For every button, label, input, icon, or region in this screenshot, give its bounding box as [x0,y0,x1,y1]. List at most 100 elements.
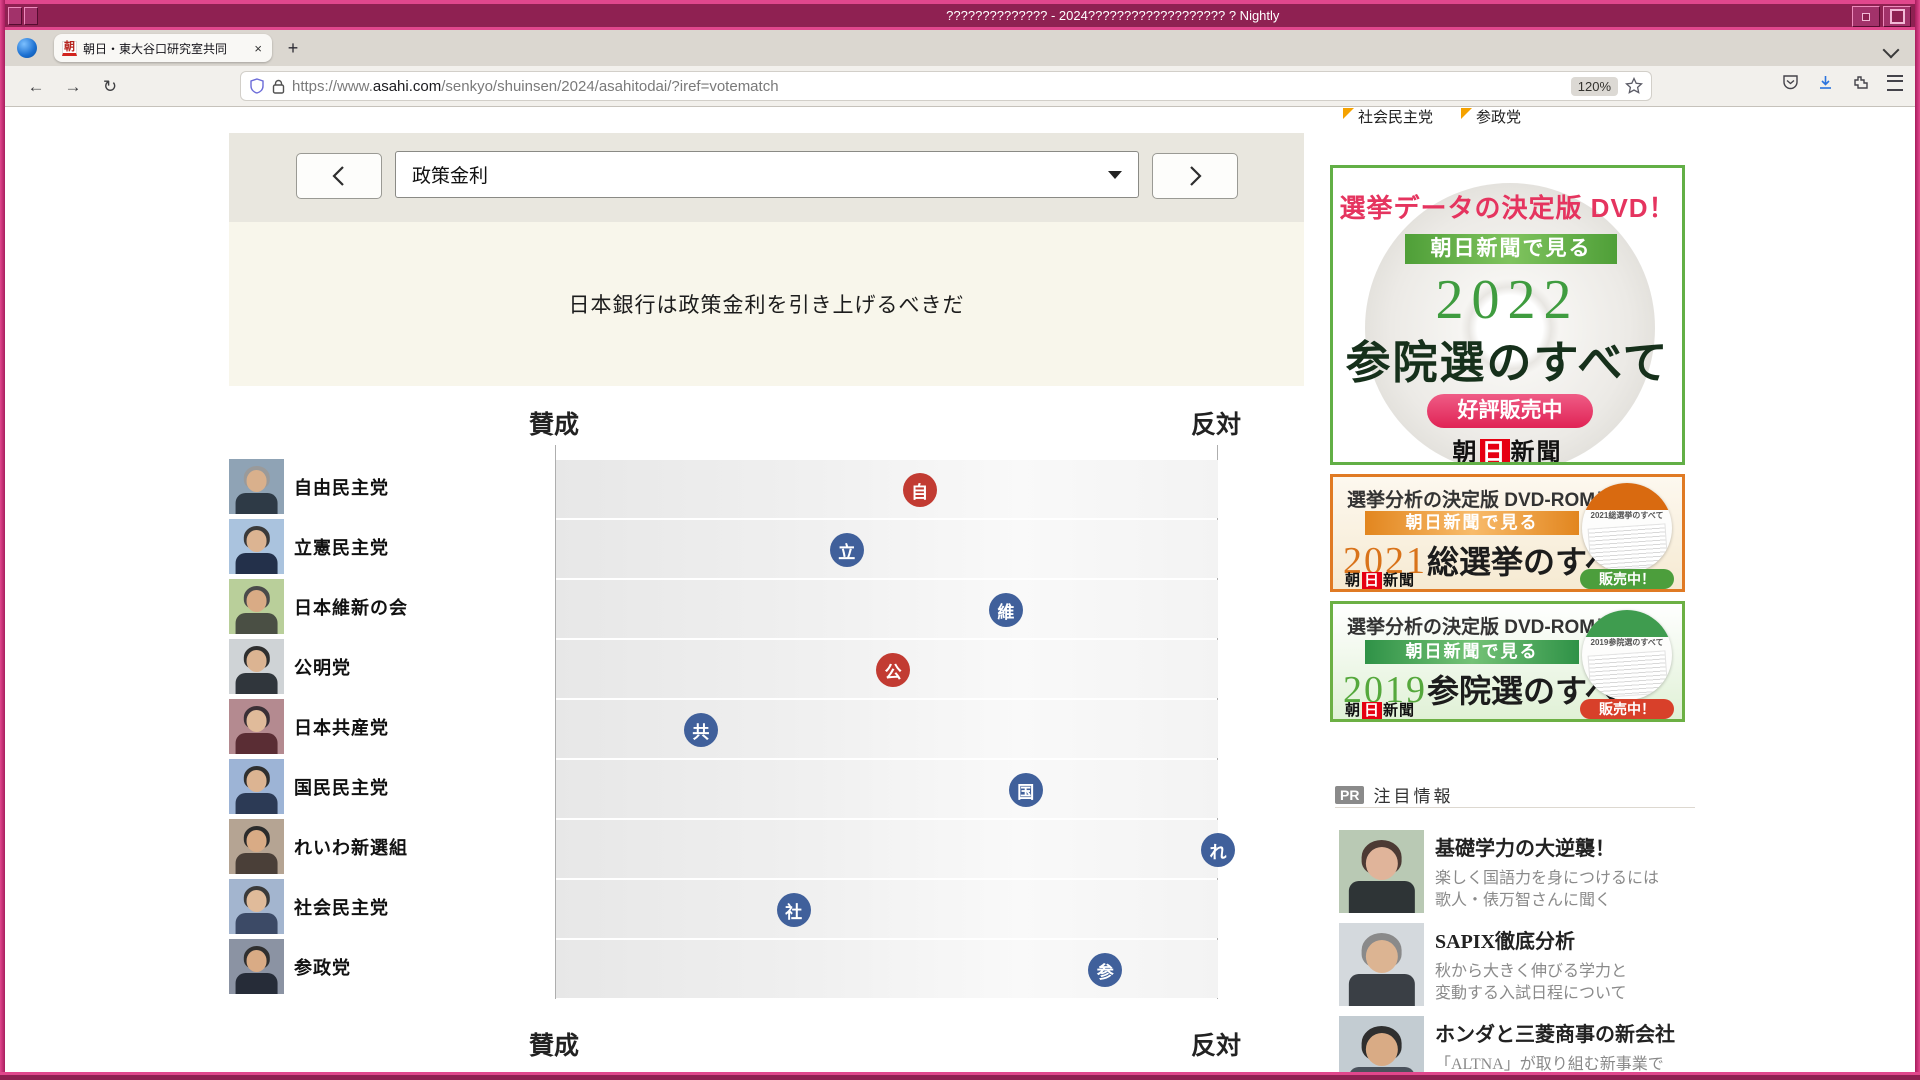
bookmark-star-icon[interactable] [1625,77,1643,95]
window-frame-bottom [0,1072,1920,1080]
party-row: 公明党 [229,639,351,694]
ad-title: 参院選のすべて [1345,338,1670,388]
pr-item[interactable]: SAPIX徹底分析 秋から大きく伸びる学力と 変動する入試日程について [1339,923,1695,1006]
list-all-tabs-icon[interactable] [1882,41,1900,59]
pr-item[interactable]: 基礎学力の大逆襲！ 楽しく国語力を身につけるには 歌人・俵万智さんに聞く [1339,830,1695,913]
pr-item-thumbnail[interactable] [1339,830,1424,913]
next-question-button[interactable] [1152,153,1238,199]
ad-kicker: 選挙分析の決定版 DVD-ROM！ [1347,490,1615,511]
axis-agree-bottom: 賛成 [529,1032,580,1060]
ad-banner: 朝日新聞で見る [1365,640,1579,664]
party-marker: れ [1201,833,1235,867]
pr-section-header: PR 注目情報 [1335,782,1453,807]
party-name: 公明党 [294,657,351,678]
maximize-icon [1889,9,1905,24]
lock-icon[interactable] [272,79,285,94]
question-select-value: 政策金利 [412,166,489,187]
window-titlebar[interactable]: ?????????????? - 2024???????????????????… [5,4,1915,27]
newspaper-collage [1587,523,1669,573]
ad-dvd-2021[interactable]: 選挙分析の決定版 DVD-ROM！ 朝日新聞で見る 2021総選挙のすべて 20… [1330,474,1685,592]
window-maximize-button[interactable] [1883,6,1911,27]
zoom-level-badge[interactable]: 120% [1570,76,1618,96]
window-minimize-button[interactable] [1852,6,1880,27]
pr-item[interactable]: ホンダと三菱商事の新会社「ALTNA」が取り組む新事業でEVの未来に多様な選択肢… [1339,1016,1695,1072]
ad-badge: 好評販売中 [1427,394,1593,428]
browser-tab-bar: 朝 朝日・東大谷口研究室共同 × + [5,30,1915,66]
prev-question-button[interactable] [296,153,382,199]
axis-agree-top: 賛成 [529,411,580,439]
caret-down-icon [1108,170,1122,179]
party-leader-photo [229,939,284,994]
dvd-disc-graphic: 2019参院選のすべて [1582,610,1672,700]
party-row: 立憲民主党 [229,519,389,574]
chevron-left-icon [332,166,344,186]
party-marker: 維 [988,593,1023,627]
question-select[interactable]: 政策金利 [395,151,1139,198]
ad-badge: 販売中！ [1580,699,1674,719]
window-menu-icon-2[interactable] [24,7,38,25]
window-menu-boxes[interactable] [8,7,38,25]
chart-row [556,880,1218,938]
party-leader-photo [229,579,284,634]
party-leader-photo [229,759,284,814]
party-row: 国民民主党 [229,759,389,814]
url-text[interactable]: https://www.asahi.com/senkyo/shuinsen/20… [292,78,1564,95]
asahi-favicon-icon: 朝 [62,40,77,56]
downloads-icon[interactable] [1817,74,1834,91]
window-frame-right [1915,0,1920,1080]
pr-item-thumbnail[interactable] [1339,923,1424,1006]
axis-oppose-bottom: 反対 [1191,1032,1242,1060]
forward-button[interactable]: → [60,74,86,100]
legend-flag-icon [1461,108,1473,119]
party-name: 立憲民主党 [294,537,389,558]
question-nav-bar: 政策金利 [229,133,1304,222]
ad-dvd-2022[interactable]: 選挙データの決定版 DVD！ 朝日新聞で見る 2022 参院選のすべて 好評販売… [1330,165,1685,465]
position-chart: 自立維公共国れ社参 [555,445,1235,999]
party-name: 社会民主党 [294,897,389,918]
tab-close-icon[interactable]: × [252,41,264,56]
page-content: 社会民主党 参政党 政策金利 日本銀行は政策金利を引き上げるべきだ 賛成 反対 [5,108,1915,1072]
party-leader-photo [229,639,284,694]
legend-label: 参政党 [1476,109,1522,126]
question-text: 日本銀行は政策金利を引き上げるべきだ [229,222,1304,386]
ad-kicker: 選挙データの決定版 DVD！ [1339,193,1676,223]
browser-tab[interactable]: 朝 朝日・東大谷口研究室共同 × [54,34,272,62]
pr-item-text: 歌人・俵万智さんに聞く [1435,891,1612,909]
pr-item-title[interactable]: ホンダと三菱商事の新会社 [1435,1018,1695,1047]
legend-label: 社会民主党 [1358,109,1434,126]
party-leader-photo [229,879,284,934]
reload-button[interactable]: ↻ [97,74,123,100]
window-title: ?????????????? - 2024???????????????????… [946,8,1280,23]
tracking-shield-icon[interactable] [249,78,265,94]
party-leader-photo [229,459,284,514]
party-leader-photo [229,699,284,754]
chart-row [556,460,1218,518]
pr-divider [1335,807,1695,808]
extensions-icon[interactable] [1852,74,1869,91]
party-marker: 立 [829,533,864,567]
party-marker: 公 [876,653,911,687]
pr-item-text: 秋から大きく伸びる学力と [1435,963,1628,980]
party-name: 日本維新の会 [294,597,408,618]
back-button[interactable]: ← [23,74,49,100]
ad-year: 2022 [1435,269,1580,331]
pr-item-title[interactable]: SAPIX徹底分析 [1435,925,1695,954]
url-bar[interactable]: https://www.asahi.com/senkyo/shuinsen/20… [240,71,1652,101]
browser-toolbar: ← → ↻ https://www.asahi.com/senkyo/shuin… [5,66,1915,107]
ad-banner: 朝日新聞で見る [1405,234,1617,264]
new-tab-button[interactable]: + [281,36,305,60]
party-row: れいわ新選組 [229,819,408,874]
party-row: 日本維新の会 [229,579,408,634]
firefox-icon[interactable] [17,38,37,58]
pr-item-thumbnail[interactable] [1339,1016,1424,1072]
ad-dvd-2019[interactable]: 選挙分析の決定版 DVD-ROM！ 朝日新聞で見る 2019参院選のすべて 20… [1330,601,1685,722]
newspaper-collage [1587,650,1669,700]
menu-icon[interactable] [1887,74,1903,91]
pocket-save-icon[interactable] [1782,74,1799,91]
url-scheme: https://www. [292,77,373,95]
pr-item-text: 「ALTNA」が取り組む新事業で [1435,1056,1664,1072]
window-menu-icon[interactable] [8,7,22,25]
url-path: /senkyo/shuinsen/2024/asahitodai/?iref=v… [441,77,779,95]
legend-item: 参政党 [1461,108,1521,127]
pr-item-title[interactable]: 基礎学力の大逆襲！ [1435,832,1695,861]
